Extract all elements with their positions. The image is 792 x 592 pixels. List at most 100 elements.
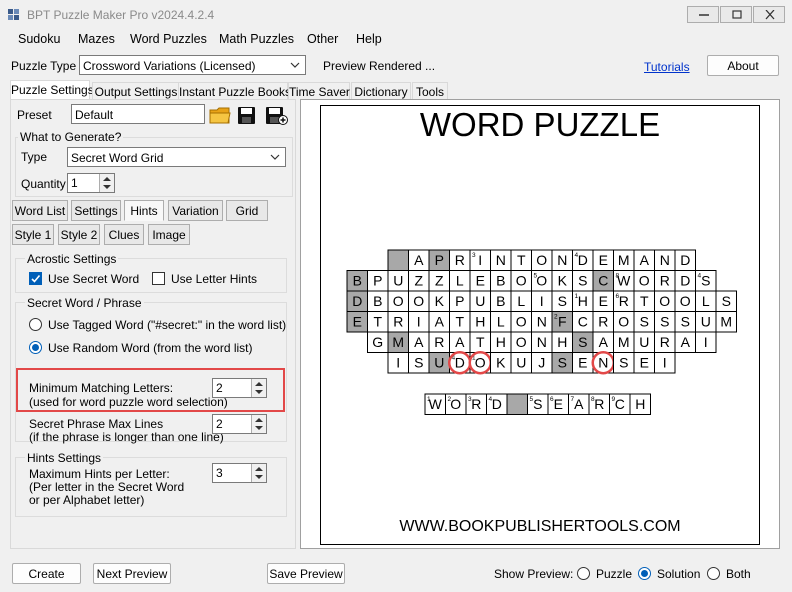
secret-letter: O: [450, 396, 461, 412]
max-hints-value: 3: [216, 466, 223, 480]
grid-letter: H: [557, 334, 567, 350]
secret-number: 6: [550, 396, 554, 403]
secret-number: 8: [591, 396, 595, 403]
menu-word-puzzles[interactable]: Word Puzzles: [130, 32, 207, 46]
grid-letter: L: [702, 293, 710, 309]
open-folder-icon[interactable]: [209, 105, 231, 125]
grid-letter: O: [639, 273, 650, 289]
grid-letter: N: [537, 314, 547, 330]
minimize-button[interactable]: [687, 6, 719, 23]
subtab-variation[interactable]: Variation: [168, 200, 223, 221]
max-lines-stepper[interactable]: 2: [212, 414, 267, 434]
status-text: Preview Rendered ...: [323, 59, 436, 73]
menu-mazes[interactable]: Mazes: [78, 32, 115, 46]
type-value: Secret Word Grid: [71, 151, 164, 165]
grid-letter: T: [640, 293, 649, 309]
quantity-stepper[interactable]: 1: [67, 173, 115, 193]
subtab-grid[interactable]: Grid: [226, 200, 268, 221]
grid-letter: A: [599, 334, 609, 350]
preset-input[interactable]: Default: [71, 104, 205, 124]
menu-other[interactable]: Other: [307, 32, 338, 46]
chevron-down-icon: [270, 154, 280, 160]
minimize-icon: [699, 14, 709, 16]
grid-letter: E: [476, 273, 485, 289]
grid-letter: N: [496, 252, 506, 268]
grid-letter: O: [413, 293, 424, 309]
show-both-radio[interactable]: [707, 567, 720, 580]
secret-number: 4: [489, 396, 493, 403]
secret-number: 3: [468, 396, 472, 403]
grid-number: 6: [616, 293, 620, 300]
grid-letter: R: [434, 334, 444, 350]
subtab-style-1[interactable]: Style 1: [12, 224, 54, 245]
grid-letter: K: [558, 273, 568, 289]
secret-number: 5: [530, 396, 534, 403]
subtab-hints[interactable]: Hints: [124, 200, 164, 221]
subtab-word-list[interactable]: Word List: [12, 200, 68, 221]
grid-letter: P: [455, 293, 464, 309]
save-as-icon[interactable]: [264, 105, 288, 125]
menu-math-puzzles[interactable]: Math Puzzles: [219, 32, 294, 46]
save-icon[interactable]: [236, 105, 258, 125]
show-solution-label: Solution: [657, 567, 701, 581]
grid-letter: A: [640, 252, 650, 268]
grid-letter: I: [478, 252, 482, 268]
puzzle-type-select[interactable]: Crossword Variations (Licensed): [79, 55, 306, 75]
max-hints-stepper[interactable]: 3: [212, 463, 267, 483]
grid-letter: S: [578, 334, 587, 350]
grid-letter: S: [414, 355, 423, 371]
show-solution-radio[interactable]: [638, 567, 651, 580]
tutorials-link[interactable]: Tutorials: [644, 60, 690, 74]
grid-letter: T: [517, 252, 526, 268]
grid-letter: S: [558, 293, 567, 309]
use-tagged-word-radio[interactable]: [29, 318, 42, 331]
show-puzzle-radio[interactable]: [577, 567, 590, 580]
grid-letter: H: [496, 334, 506, 350]
grid-letter: C: [598, 273, 608, 289]
subtab-clues[interactable]: Clues: [104, 224, 144, 245]
grid-letter: O: [393, 293, 404, 309]
grid-letter: R: [660, 273, 670, 289]
subtab-image[interactable]: Image: [148, 224, 190, 245]
secret-letter: E: [554, 396, 563, 412]
tab-puzzle-settings[interactable]: Puzzle Settings: [10, 80, 94, 101]
next-preview-button[interactable]: Next Preview: [93, 563, 171, 584]
secret-letter: C: [615, 396, 625, 412]
grid-number: 4: [575, 252, 579, 259]
secret-number: 7: [571, 396, 575, 403]
min-matching-label: Minimum Matching Letters:: [29, 381, 174, 395]
subtab-settings[interactable]: Settings: [71, 200, 121, 221]
secret-letter: D: [492, 396, 502, 412]
secret-letter: R: [471, 396, 481, 412]
grid-letter: E: [578, 355, 587, 371]
about-button[interactable]: About: [707, 55, 779, 76]
max-hints-label: Maximum Hints per Letter:: [29, 467, 170, 481]
menu-sudoku[interactable]: Sudoku: [18, 32, 60, 46]
grid-letter: S: [619, 355, 628, 371]
use-random-word-radio[interactable]: [29, 341, 42, 354]
show-preview-label: Show Preview:: [494, 567, 574, 581]
subtab-style-2[interactable]: Style 2: [58, 224, 100, 245]
grid-letter: I: [663, 355, 667, 371]
use-secret-word-checkbox[interactable]: [29, 272, 42, 285]
min-matching-stepper[interactable]: 2: [212, 378, 267, 398]
menu-help[interactable]: Help: [356, 32, 382, 46]
puzzle-page: WORD PUZZLE APRI3NTOND4EMANDBPUZZLEBOO5K…: [320, 105, 760, 545]
type-select[interactable]: Secret Word Grid: [67, 147, 286, 167]
secret-letter: R: [594, 396, 604, 412]
grid-letter: D: [680, 273, 690, 289]
grid-number: 3: [472, 252, 476, 259]
grid-letter: Z: [435, 273, 444, 289]
use-letter-hints-checkbox[interactable]: [152, 272, 165, 285]
restore-icon: [732, 10, 742, 19]
grid-letter: K: [435, 293, 445, 309]
grid-letter: S: [722, 293, 731, 309]
max-hints-sublabel-2: or per Alphabet letter): [29, 493, 145, 507]
save-preview-button[interactable]: Save Preview: [267, 563, 345, 584]
grid-number: 4: [698, 273, 702, 280]
grid-letter: U: [393, 273, 403, 289]
create-button[interactable]: Create: [12, 563, 81, 584]
maximize-button[interactable]: [720, 6, 752, 23]
close-button[interactable]: [753, 6, 785, 23]
secret-letter: H: [635, 396, 645, 412]
